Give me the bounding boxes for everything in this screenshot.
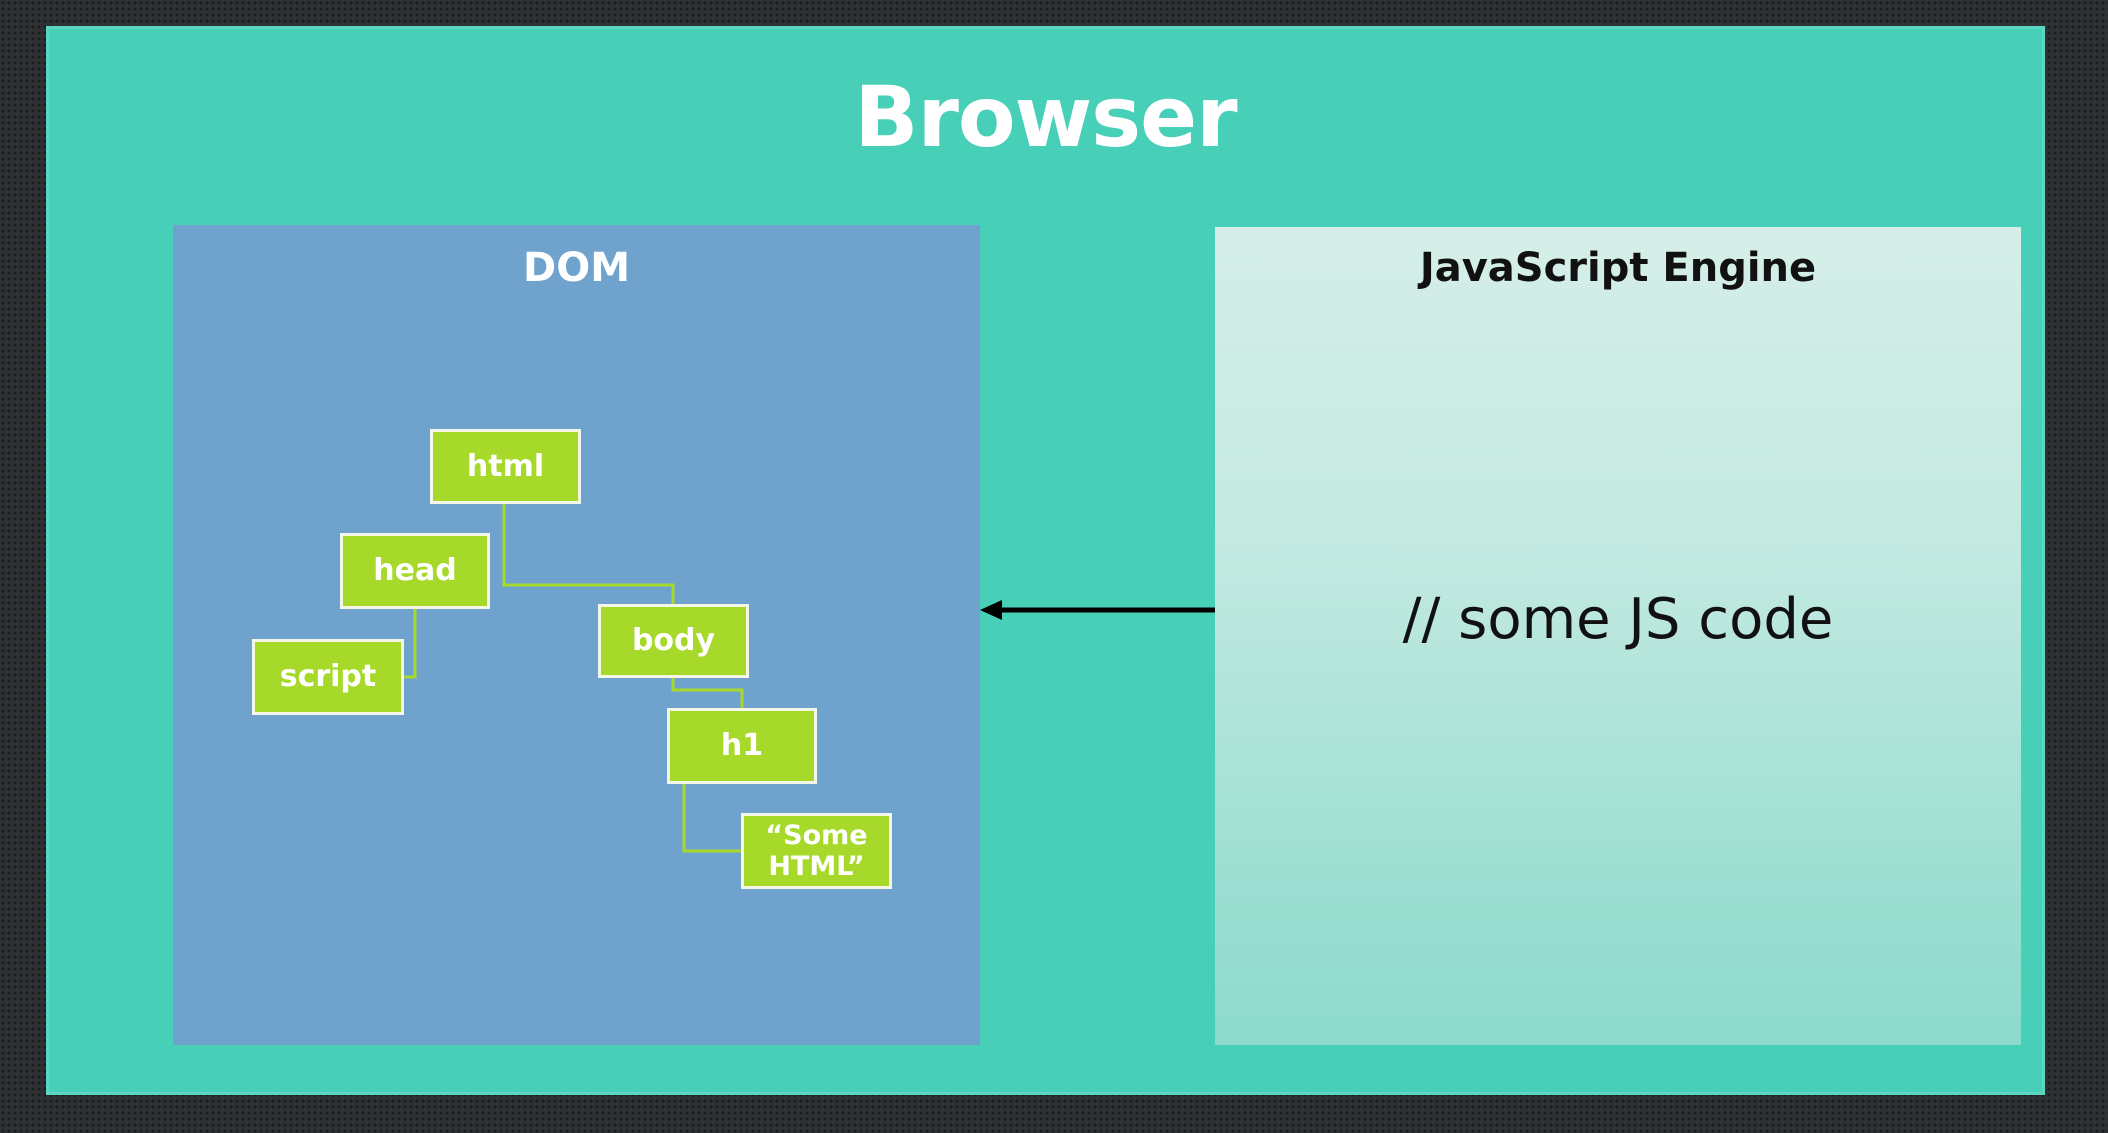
arrow-head: [980, 600, 1002, 620]
javascript-engine-title: JavaScript Engine: [1419, 245, 1817, 291]
javascript-code-text: // some JS code: [1402, 587, 1834, 652]
browser-container: Browser DOM html head script body h1 “So…: [46, 26, 2045, 1095]
javascript-engine-panel: JavaScript Engine // some JS code: [1215, 227, 2021, 1045]
